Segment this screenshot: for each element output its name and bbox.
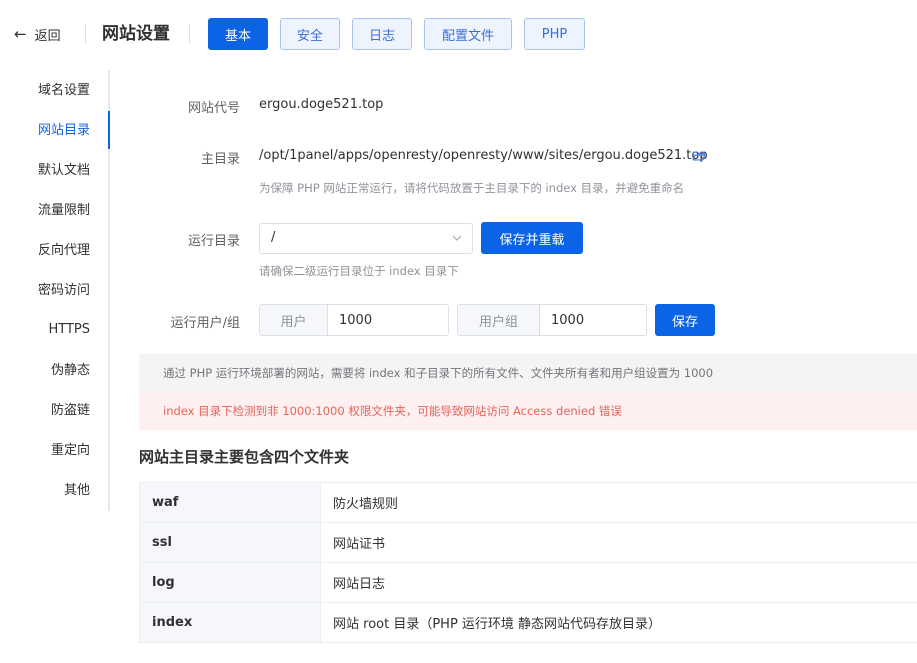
error-alert: index 目录下检测到非 1000:1000 权限文件夹，可能导致网站访问 A… <box>139 392 917 430</box>
folder-name-cell: log <box>139 563 321 602</box>
sidebar-item-reverse-proxy[interactable]: 反向代理 <box>38 231 90 271</box>
sidebar-active-indicator <box>108 111 110 149</box>
info-alert: 通过 PHP 运行环境部署的网站，需要将 index 和子目录下的所有文件、文件… <box>139 354 917 392</box>
run-dir-hint: 请确保二级运行目录位于 index 目录下 <box>259 264 459 278</box>
tab-security[interactable]: 安全 <box>280 18 340 50</box>
group-prefix: 用户组 <box>458 305 540 335</box>
folder-open-icon[interactable] <box>692 149 706 163</box>
run-user-label: 运行用户/组 <box>170 316 240 331</box>
table-row: index 网站 root 目录（PHP 运行环境 静态网站代码存放目录） <box>139 603 917 643</box>
sidebar-item-https[interactable]: HTTPS <box>48 310 90 350</box>
run-dir-label: 运行目录 <box>187 234 240 249</box>
table-row: ssl 网站证书 <box>139 523 917 563</box>
save-button[interactable]: 保存 <box>655 304 715 336</box>
root-dir-value: /opt/1panel/apps/openresty/openresty/www… <box>259 148 708 163</box>
folder-desc-cell: 网站证书 <box>333 537 386 552</box>
run-dir-value: / <box>271 230 276 245</box>
sidebar-item-password-access[interactable]: 密码访问 <box>38 271 90 311</box>
header-divider <box>189 24 190 44</box>
back-button[interactable]: ← 返回 <box>14 22 61 46</box>
sidebar-item-anti-leech[interactable]: 防盗链 <box>51 391 90 431</box>
sidebar-item-redirect[interactable]: 重定向 <box>51 431 90 471</box>
table-row: log 网站日志 <box>139 563 917 603</box>
group-input[interactable]: 1000 <box>540 305 646 335</box>
table-row: waf 防火墙规则 <box>139 483 917 523</box>
sidebar-item-rewrite[interactable]: 伪静态 <box>51 351 90 391</box>
arrow-left-icon: ← <box>14 24 27 43</box>
tab-log[interactable]: 日志 <box>352 18 412 50</box>
folder-name-cell: waf <box>139 483 321 522</box>
tab-config-file[interactable]: 配置文件 <box>424 18 512 50</box>
folder-name-cell: ssl <box>139 523 321 562</box>
folder-desc-cell: 网站日志 <box>333 577 386 592</box>
root-dir-hint: 为保障 PHP 网站正常运行，请将代码放置于主目录下的 index 目录，并避免… <box>259 181 685 195</box>
back-label: 返回 <box>34 28 61 44</box>
header-divider <box>85 24 86 44</box>
page-title: 网站设置 <box>102 24 170 44</box>
tab-basic[interactable]: 基本 <box>208 18 268 50</box>
chevron-down-icon <box>452 235 462 241</box>
sidebar-item-default-document[interactable]: 默认文档 <box>38 151 90 191</box>
folder-name-cell: index <box>139 603 321 642</box>
save-and-reload-button[interactable]: 保存并重载 <box>481 222 583 254</box>
sidebar-item-other[interactable]: 其他 <box>64 471 90 511</box>
folder-desc-cell: 网站 root 目录（PHP 运行环境 静态网站代码存放目录） <box>333 617 662 632</box>
sidebar-item-site-directory[interactable]: 网站目录 <box>38 111 90 151</box>
user-input-group: 用户 1000 <box>259 304 449 336</box>
root-dir-label: 主目录 <box>200 152 240 167</box>
run-dir-select[interactable]: / <box>259 223 473 254</box>
site-code-label: 网站代号 <box>187 101 240 116</box>
folder-desc-cell: 防火墙规则 <box>333 497 399 512</box>
folders-table: waf 防火墙规则 ssl 网站证书 log 网站日志 index 网站 roo… <box>139 482 917 643</box>
sidebar-item-domain[interactable]: 域名设置 <box>38 71 90 111</box>
user-input[interactable]: 1000 <box>328 305 448 335</box>
group-input-group: 用户组 1000 <box>457 304 647 336</box>
sidebar-item-traffic-limit[interactable]: 流量限制 <box>38 191 90 231</box>
site-code-value: ergou.doge521.top <box>259 97 384 112</box>
tab-php[interactable]: PHP <box>524 18 585 50</box>
folders-section-title: 网站主目录主要包含四个文件夹 <box>139 448 350 466</box>
user-prefix: 用户 <box>260 305 328 335</box>
